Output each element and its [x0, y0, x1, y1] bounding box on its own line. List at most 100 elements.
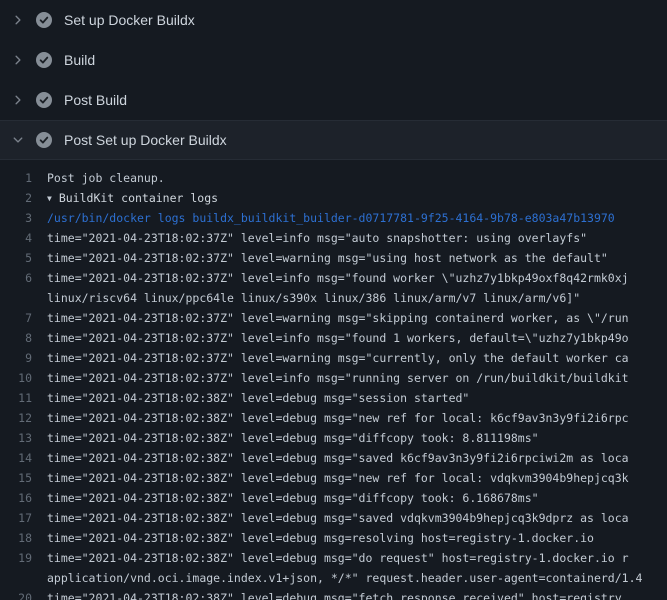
- log-text: ▼time="2021-04-23T18:02:38Z" level=debug…: [47, 588, 667, 600]
- log-line: 3 ▼/usr/bin/docker logs buildx_buildkit_…: [0, 208, 667, 228]
- log-text-content: time="2021-04-23T18:02:37Z" level=info m…: [47, 331, 629, 345]
- log-text: ▼time="2021-04-23T18:02:38Z" level=debug…: [47, 408, 667, 428]
- line-number[interactable]: 12: [0, 408, 47, 428]
- line-number[interactable]: 14: [0, 448, 47, 468]
- log-text: ▼time="2021-04-23T18:02:38Z" level=debug…: [47, 448, 667, 468]
- check-circle-icon: [36, 92, 52, 108]
- step-header-post-build[interactable]: Post Build: [0, 80, 667, 120]
- log-text: ▼time="2021-04-23T18:02:38Z" level=debug…: [47, 428, 667, 448]
- chevron-down-icon: [12, 134, 24, 146]
- steps-list: Set up Docker Buildx Build P: [0, 0, 667, 160]
- step-label: Build: [64, 52, 95, 68]
- log-text: ▼time="2021-04-23T18:02:37Z" level=info …: [47, 368, 667, 388]
- line-number[interactable]: 20: [0, 588, 47, 600]
- log-line: 11 ▼time="2021-04-23T18:02:38Z" level=de…: [0, 388, 667, 408]
- step-label: Set up Docker Buildx: [64, 12, 195, 28]
- log-text: ▼time="2021-04-23T18:02:37Z" level=warni…: [47, 308, 667, 328]
- line-number[interactable]: [0, 568, 47, 588]
- log-line: 15 ▼time="2021-04-23T18:02:38Z" level=de…: [0, 468, 667, 488]
- line-number[interactable]: 13: [0, 428, 47, 448]
- line-number[interactable]: 17: [0, 508, 47, 528]
- log-text: ▼time="2021-04-23T18:02:38Z" level=debug…: [47, 528, 667, 548]
- step-header-set-up-docker-buildx[interactable]: Set up Docker Buildx: [0, 0, 667, 40]
- log-text-content: time="2021-04-23T18:02:38Z" level=debug …: [47, 431, 539, 445]
- log-text-content: time="2021-04-23T18:02:38Z" level=debug …: [47, 531, 594, 545]
- log-text: ▼application/vnd.oci.image.index.v1+json…: [47, 568, 667, 588]
- log-text: ▼time="2021-04-23T18:02:37Z" level=warni…: [47, 348, 667, 368]
- log-line: 2 ▼ BuildKit container logs: [0, 188, 667, 208]
- log-line: 13 ▼time="2021-04-23T18:02:38Z" level=de…: [0, 428, 667, 448]
- line-number[interactable]: 3: [0, 208, 47, 228]
- log-line: 9 ▼time="2021-04-23T18:02:37Z" level=war…: [0, 348, 667, 368]
- log-line: 19 ▼time="2021-04-23T18:02:38Z" level=de…: [0, 548, 667, 568]
- step-label: Post Set up Docker Buildx: [64, 132, 227, 148]
- log-text-content: /usr/bin/docker logs buildx_buildkit_bui…: [47, 211, 615, 225]
- log-text: ▼time="2021-04-23T18:02:37Z" level=info …: [47, 228, 667, 248]
- log-viewer[interactable]: 1 ▼Post job cleanup. 2 ▼ BuildKit contain…: [0, 160, 667, 600]
- log-text-content: time="2021-04-23T18:02:38Z" level=debug …: [47, 591, 622, 600]
- log-text: ▼Post job cleanup.: [47, 168, 667, 188]
- line-number[interactable]: 15: [0, 468, 47, 488]
- log-line: ▼application/vnd.oci.image.index.v1+json…: [0, 568, 667, 588]
- line-number[interactable]: 18: [0, 528, 47, 548]
- log-text: ▼time="2021-04-23T18:02:37Z" level=info …: [47, 328, 667, 348]
- log-line: 4 ▼time="2021-04-23T18:02:37Z" level=inf…: [0, 228, 667, 248]
- line-number[interactable]: 5: [0, 248, 47, 268]
- line-number[interactable]: 4: [0, 228, 47, 248]
- log-line: 5 ▼time="2021-04-23T18:02:37Z" level=war…: [0, 248, 667, 268]
- log-text: ▼time="2021-04-23T18:02:38Z" level=debug…: [47, 388, 667, 408]
- log-text-content: application/vnd.oci.image.index.v1+json,…: [47, 571, 642, 585]
- line-number[interactable]: 10: [0, 368, 47, 388]
- log-text: ▼time="2021-04-23T18:02:37Z" level=warni…: [47, 248, 667, 268]
- log-line: 10 ▼time="2021-04-23T18:02:37Z" level=in…: [0, 368, 667, 388]
- log-text: ▼linux/riscv64 linux/ppc64le linux/s390x…: [47, 288, 667, 308]
- log-text: ▼time="2021-04-23T18:02:38Z" level=debug…: [47, 508, 667, 528]
- log-line: 16 ▼time="2021-04-23T18:02:38Z" level=de…: [0, 488, 667, 508]
- log-text-content: time="2021-04-23T18:02:38Z" level=debug …: [47, 471, 629, 485]
- line-number[interactable]: 9: [0, 348, 47, 368]
- log-text-content: time="2021-04-23T18:02:37Z" level=info m…: [47, 231, 587, 245]
- chevron-right-icon: [12, 14, 24, 26]
- log-text-content: Post job cleanup.: [47, 171, 165, 185]
- log-line: 12 ▼time="2021-04-23T18:02:38Z" level=de…: [0, 408, 667, 428]
- log-text: ▼time="2021-04-23T18:02:38Z" level=debug…: [47, 468, 667, 488]
- log-text-content: time="2021-04-23T18:02:38Z" level=debug …: [47, 411, 629, 425]
- log-text-content: time="2021-04-23T18:02:38Z" level=debug …: [47, 511, 629, 525]
- log-text: ▼ BuildKit container logs: [47, 188, 667, 208]
- log-line: 1 ▼Post job cleanup.: [0, 168, 667, 188]
- log-line: 20 ▼time="2021-04-23T18:02:38Z" level=de…: [0, 588, 667, 600]
- log-text-content: time="2021-04-23T18:02:37Z" level=warnin…: [47, 351, 629, 365]
- log-line: 7 ▼time="2021-04-23T18:02:37Z" level=war…: [0, 308, 667, 328]
- log-text: ▼time="2021-04-23T18:02:37Z" level=info …: [47, 268, 667, 288]
- line-number[interactable]: 19: [0, 548, 47, 568]
- log-text-content: time="2021-04-23T18:02:37Z" level=info m…: [47, 271, 629, 285]
- log-text: ▼time="2021-04-23T18:02:38Z" level=debug…: [47, 548, 667, 568]
- line-number[interactable]: 1: [0, 168, 47, 188]
- line-number[interactable]: 8: [0, 328, 47, 348]
- chevron-right-icon: [12, 94, 24, 106]
- log-text-content: time="2021-04-23T18:02:38Z" level=debug …: [47, 551, 629, 565]
- log-text: ▼time="2021-04-23T18:02:38Z" level=debug…: [47, 488, 667, 508]
- log-line: 14 ▼time="2021-04-23T18:02:38Z" level=de…: [0, 448, 667, 468]
- log-text-content: time="2021-04-23T18:02:37Z" level=warnin…: [47, 311, 629, 325]
- log-text-content: linux/riscv64 linux/ppc64le linux/s390x …: [47, 291, 580, 305]
- line-number[interactable]: [0, 288, 47, 308]
- log-text-content: BuildKit container logs: [59, 191, 218, 205]
- line-number[interactable]: 7: [0, 308, 47, 328]
- step-header-build[interactable]: Build: [0, 40, 667, 80]
- log-line: ▼linux/riscv64 linux/ppc64le linux/s390x…: [0, 288, 667, 308]
- log-text-content: time="2021-04-23T18:02:38Z" level=debug …: [47, 451, 629, 465]
- log-text-content: time="2021-04-23T18:02:38Z" level=debug …: [47, 391, 469, 405]
- chevron-right-icon: [12, 54, 24, 66]
- line-number[interactable]: 6: [0, 268, 47, 288]
- step-label: Post Build: [64, 92, 127, 108]
- line-number[interactable]: 16: [0, 488, 47, 508]
- step-header-post-set-up-docker-buildx[interactable]: Post Set up Docker Buildx: [0, 120, 667, 160]
- group-toggle-icon[interactable]: ▼: [47, 194, 52, 203]
- log-line: 6 ▼time="2021-04-23T18:02:37Z" level=inf…: [0, 268, 667, 288]
- log-text-content: time="2021-04-23T18:02:37Z" level=info m…: [47, 371, 629, 385]
- log-text-content: time="2021-04-23T18:02:38Z" level=debug …: [47, 491, 539, 505]
- line-number[interactable]: 11: [0, 388, 47, 408]
- line-number[interactable]: 2: [0, 188, 47, 208]
- log-line: 18 ▼time="2021-04-23T18:02:38Z" level=de…: [0, 528, 667, 548]
